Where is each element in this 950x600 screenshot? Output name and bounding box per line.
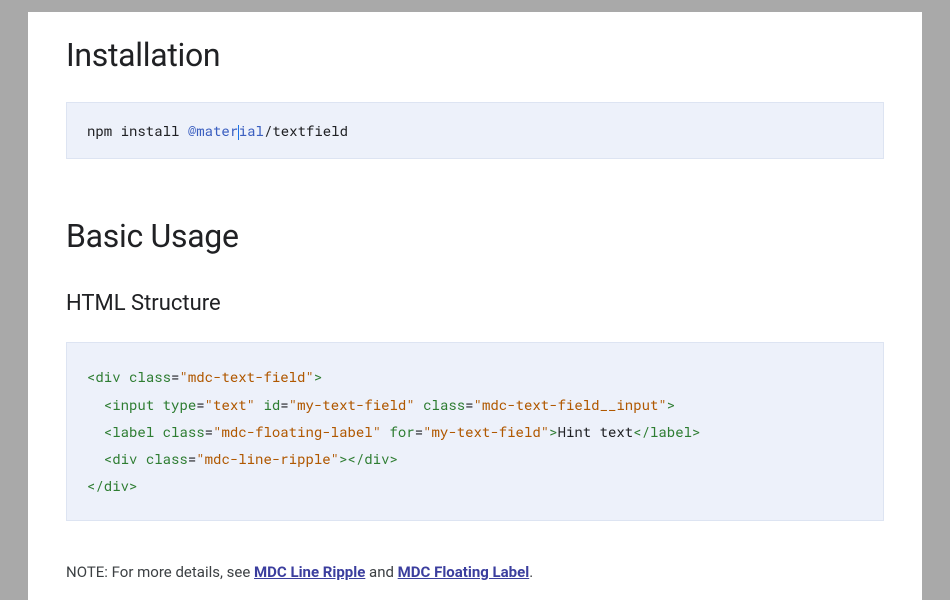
note-prefix: NOTE: For more details, see bbox=[66, 563, 254, 581]
tag-close: > bbox=[314, 367, 322, 386]
pkg-link-part2: ial bbox=[239, 121, 264, 140]
code-text: npm install bbox=[87, 121, 188, 140]
tag-input: <input bbox=[104, 395, 154, 414]
eq: = bbox=[196, 395, 204, 414]
val: "my-text-field" bbox=[423, 422, 549, 441]
attr-id: id bbox=[263, 395, 280, 414]
eq: = bbox=[280, 395, 288, 414]
val: "text" bbox=[205, 395, 255, 414]
tag-div-close: </div> bbox=[87, 476, 137, 495]
link-mdc-line-ripple[interactable]: MDC Line Ripple bbox=[254, 563, 365, 581]
code-text-suffix: /textfield bbox=[264, 121, 348, 140]
doc-page: Installation npm install @material/textf… bbox=[28, 12, 922, 600]
note-mid: and bbox=[365, 563, 397, 581]
code-block-install[interactable]: npm install @material/textfield bbox=[66, 102, 884, 159]
attr-type: type bbox=[163, 395, 197, 414]
attr-class2: class bbox=[423, 395, 465, 414]
pkg-link-part1: @mater bbox=[188, 121, 238, 140]
eq: = bbox=[188, 449, 196, 468]
indent bbox=[87, 395, 104, 414]
eq: = bbox=[415, 422, 423, 441]
code-block-html-structure[interactable]: <div class="mdc-text-field"> <input type… bbox=[66, 342, 884, 520]
eq: = bbox=[465, 395, 473, 414]
val: "mdc-line-ripple" bbox=[196, 449, 339, 468]
val: "mdc-text-field" bbox=[179, 367, 313, 386]
label-text: Hint text bbox=[558, 422, 634, 441]
note-paragraph: NOTE: For more details, see MDC Line Rip… bbox=[66, 563, 884, 581]
attr-class: class bbox=[129, 367, 171, 386]
eq: = bbox=[205, 422, 213, 441]
attr-for: for bbox=[390, 422, 415, 441]
gt: > bbox=[549, 422, 557, 441]
heading-installation: Installation bbox=[66, 36, 884, 74]
tag-label: <label bbox=[104, 422, 154, 441]
heading-basic-usage: Basic Usage bbox=[66, 217, 884, 255]
val: "my-text-field" bbox=[289, 395, 415, 414]
tag-div-open: <div bbox=[87, 367, 121, 386]
indent bbox=[87, 422, 104, 441]
val: "mdc-floating-label" bbox=[213, 422, 381, 441]
val: "mdc-text-field__input" bbox=[474, 395, 667, 414]
indent bbox=[87, 449, 104, 468]
attr-class: class bbox=[146, 449, 188, 468]
tag-close: > bbox=[667, 395, 675, 414]
subheading-html-structure: HTML Structure bbox=[66, 291, 884, 316]
note-suffix: . bbox=[529, 563, 533, 581]
tag-div-ripple: <div bbox=[104, 449, 138, 468]
attr-class: class bbox=[163, 422, 205, 441]
link-mdc-floating-label[interactable]: MDC Floating Label bbox=[398, 563, 530, 581]
tag-close: ></div> bbox=[339, 449, 398, 468]
tag-label-close: </label> bbox=[633, 422, 700, 441]
code-pkg-link[interactable]: @material bbox=[188, 121, 264, 140]
